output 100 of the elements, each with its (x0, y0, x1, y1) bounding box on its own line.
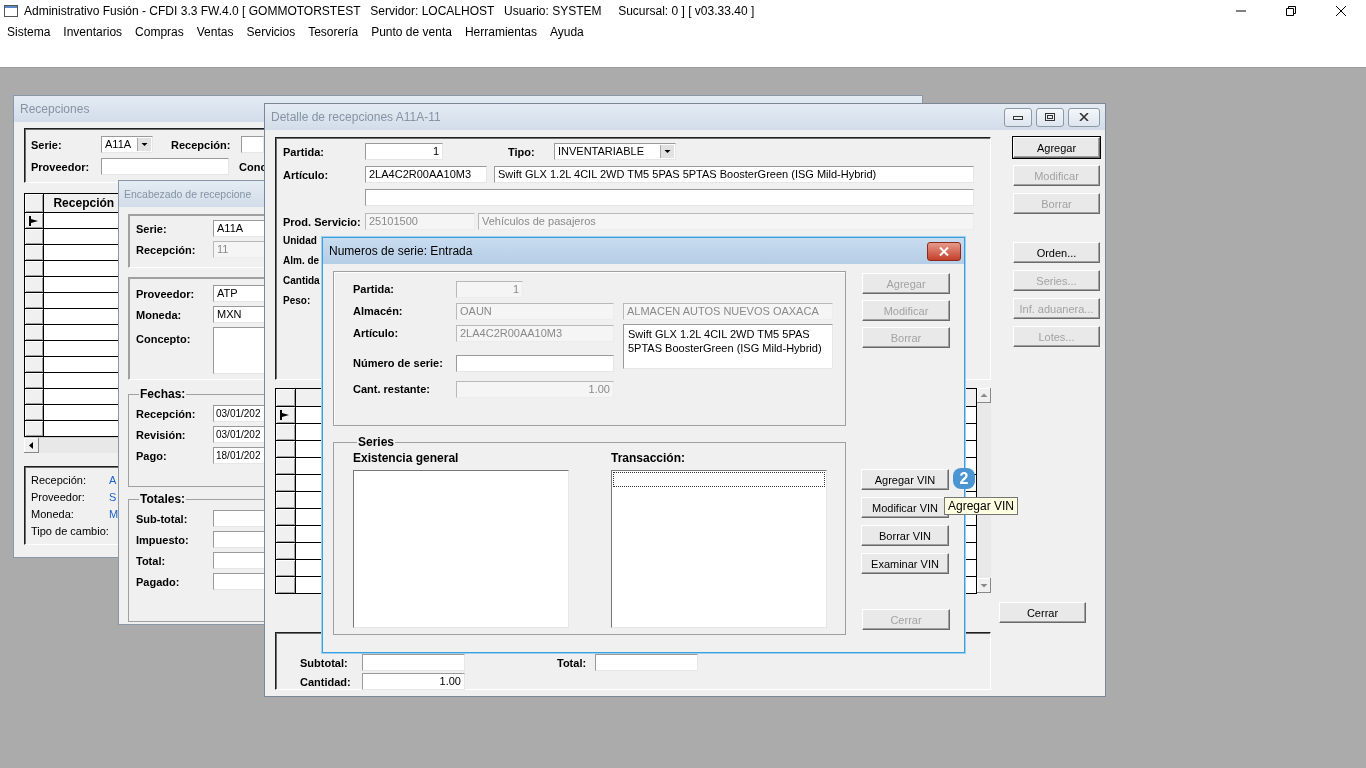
maximize-button[interactable] (1036, 107, 1064, 127)
field-label: Tipo de cambio: (31, 524, 109, 537)
group-label: Totales: (139, 492, 187, 506)
date-field[interactable]: 18/01/202 (213, 447, 264, 464)
menu-item[interactable]: Inventarios (63, 25, 123, 39)
action-button[interactable]: Orden... (1013, 242, 1100, 263)
action-button[interactable]: Agregar VIN (861, 469, 949, 490)
maximize-icon (1045, 113, 1055, 121)
field-label: Proveedor: (31, 160, 91, 173)
field-label: Pagado: (136, 575, 181, 588)
field-label: Partida: (283, 145, 325, 158)
scrollbar[interactable] (24, 437, 119, 453)
focus-row[interactable] (613, 472, 825, 487)
close-button[interactable]: Cerrar (999, 602, 1086, 623)
field-label: Alm. de (283, 254, 320, 266)
window-title: Detalle de recepciones A11A-11 (271, 110, 441, 124)
field-label: Concepto: (136, 333, 192, 345)
input-field[interactable]: Swift GLX 1.2L 4CIL 2WD TM5 5PAS 5PTAS BoosterGreen (ISG Mild-Hybrid) (494, 166, 974, 183)
field-label: Partida: (353, 283, 395, 297)
action-button[interactable]: Agregar (1013, 137, 1100, 158)
field-label: Proveedor: (136, 287, 196, 300)
input-field[interactable] (362, 654, 465, 671)
field-label: Total: (557, 656, 588, 669)
scroll-down-icon[interactable] (977, 578, 991, 593)
type-dropdown[interactable]: INVENTARIABLE (554, 143, 676, 160)
action-button[interactable]: Modificar VIN (861, 497, 949, 518)
field-value: S (109, 490, 117, 503)
list-label: Transacción: (611, 451, 687, 465)
input-field[interactable]: A11A (213, 220, 264, 237)
step-badge: 2 (953, 468, 975, 489)
date-field[interactable]: 03/01/202 (213, 405, 264, 422)
field-label: Número de serie: (353, 357, 444, 371)
field-label: Serie: (31, 138, 63, 151)
column-header[interactable] (295, 388, 322, 407)
field-label: Tipo: (508, 145, 536, 158)
restore-icon[interactable] (1286, 6, 1296, 16)
field-label: Cantida (283, 274, 320, 286)
close-button[interactable] (1068, 107, 1100, 127)
field-label: Recepción: (31, 473, 88, 486)
text-area[interactable] (213, 327, 264, 374)
minimize-button[interactable] (1004, 107, 1032, 127)
tooltip: Agregar VIN (944, 497, 1019, 515)
close-button[interactable] (927, 241, 961, 261)
text-area[interactable]: Swift GLX 1.2L 4CIL 2WD TM5 5PAS 5PTAS BoosterGreen (ISG Mild-Hybrid) (623, 324, 833, 369)
action-button[interactable]: Examinar VIN (861, 553, 949, 574)
field-label: Almacén: (353, 305, 404, 319)
row-header (24, 193, 44, 213)
action-button[interactable]: Borrar VIN (861, 525, 949, 546)
field-label: Unidad (283, 234, 317, 246)
menu-item[interactable]: Servicios (246, 25, 296, 39)
field-label: Moneda: (136, 308, 183, 321)
input-field[interactable] (213, 552, 264, 569)
input-field[interactable] (595, 654, 698, 671)
input-field[interactable] (213, 573, 264, 590)
input-field[interactable] (213, 510, 264, 527)
field-label: Proveedor: (31, 490, 86, 503)
row-header (275, 388, 296, 407)
close-icon[interactable] (1336, 6, 1346, 16)
menu-item[interactable]: Ayuda (549, 25, 584, 39)
field-value: A (109, 473, 117, 486)
menu-item[interactable]: Compras (135, 25, 184, 39)
field-label: Recepción: (136, 243, 197, 256)
input-field[interactable] (456, 355, 614, 372)
menu-item[interactable]: Ventas (196, 25, 234, 39)
field-label: Moneda: (31, 507, 75, 520)
close-icon (939, 246, 949, 256)
field-label: Subtotal: (300, 656, 349, 669)
scroll-left-icon[interactable] (24, 438, 39, 453)
field-label: Prod. Servicio: (283, 215, 362, 228)
window-title: Administrativo Fusión - CFDI 3.3 FW.4.0 [ GOMMOTORSTEST Servidor: LOCALHOST Usuario: SYSTEM Sucursal: 0 ] [ v03.33.40 ] (24, 4, 755, 18)
field-value: M (109, 507, 119, 520)
field-label: Impuesto: (136, 533, 190, 546)
group-label: Series (357, 435, 396, 449)
input-field[interactable] (101, 158, 229, 175)
input-field[interactable]: 1 (365, 143, 443, 160)
field-label: Peso: (283, 294, 311, 306)
input-field[interactable] (241, 136, 264, 153)
close-icon (1079, 113, 1089, 121)
menu-item[interactable]: Sistema (7, 25, 51, 39)
window-title: Numeros de serie: Entrada (329, 244, 473, 258)
menu-item[interactable]: Herramientas (464, 25, 537, 39)
menu-item[interactable]: Punto de venta (371, 25, 452, 39)
input-field[interactable]: 1.00 (362, 673, 465, 690)
field-label: Recepción: (136, 407, 197, 420)
field-label: Cantidad: (300, 675, 352, 688)
field-label: Artículo: (283, 168, 330, 181)
field-label: Recepción: (171, 138, 232, 151)
app-icon (4, 4, 18, 18)
input-field[interactable] (213, 531, 264, 548)
serie-dropdown[interactable]: A11A (101, 136, 153, 153)
column-header[interactable]: Recepción (43, 193, 119, 213)
field-label: Serie: (136, 222, 168, 235)
menu-item[interactable]: Tesorería (308, 25, 359, 39)
input-field[interactable]: MXN (213, 306, 264, 323)
input-field[interactable] (365, 189, 974, 206)
field-label: Revisión: (136, 428, 187, 441)
group-label: Fechas: (139, 387, 187, 401)
input-field[interactable]: ATP (213, 285, 264, 302)
input-field[interactable]: 2LA4C2R00AA10M3 (365, 166, 487, 183)
date-field[interactable]: 03/01/202 (213, 426, 264, 443)
